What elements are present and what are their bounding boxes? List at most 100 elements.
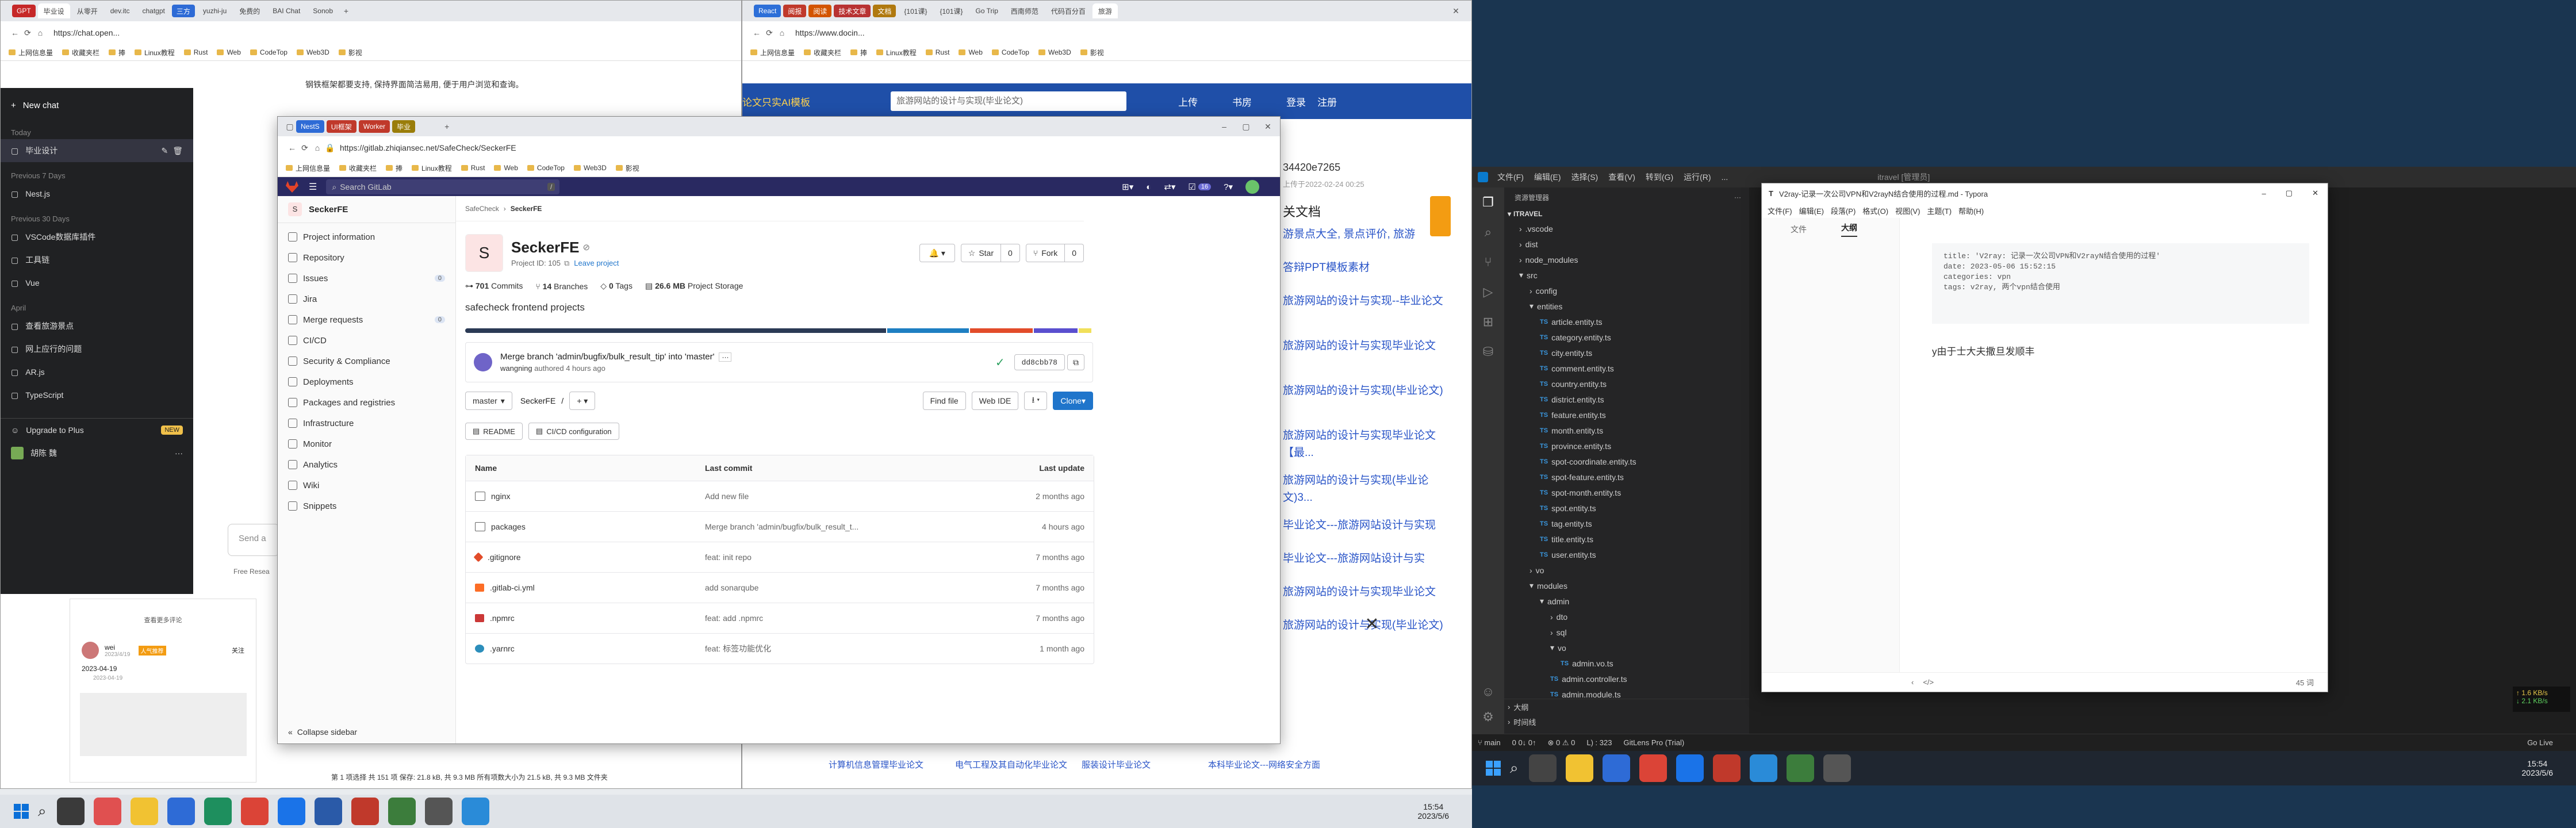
avatar[interactable] bbox=[1245, 180, 1259, 194]
source-code-icon[interactable]: </> bbox=[1923, 678, 1934, 687]
menu-item[interactable]: 运行(R) bbox=[1684, 171, 1711, 183]
workspace-root[interactable]: ▾ ITRAVEL bbox=[1504, 207, 1749, 221]
sidebar-item-jira[interactable]: Jira bbox=[278, 289, 455, 309]
bookmark[interactable]: CodeTop bbox=[527, 164, 565, 172]
maximize-icon[interactable]: ▢ bbox=[1240, 120, 1252, 133]
bookmark[interactable]: Web bbox=[494, 164, 518, 172]
start-icon[interactable] bbox=[14, 804, 29, 819]
tab-yuzhi[interactable]: yuzhi-ju bbox=[197, 3, 232, 18]
tab-travel[interactable]: 旅游 bbox=[1092, 3, 1118, 18]
bookmark[interactable]: Web bbox=[217, 48, 241, 56]
taskbar-app-icon[interactable] bbox=[277, 798, 305, 825]
bookmark[interactable]: CodeTop bbox=[250, 48, 288, 56]
taskbar-app-icon[interactable] bbox=[130, 798, 158, 825]
search-icon[interactable]: ⌕ bbox=[1472, 217, 1504, 247]
tree-file[interactable]: TS tag.entity.ts bbox=[1504, 516, 1749, 531]
tab-read[interactable]: 阅读 bbox=[808, 5, 832, 17]
tree-folder[interactable]: › .vscode bbox=[1504, 221, 1749, 236]
new-tab-icon[interactable]: + bbox=[340, 5, 352, 17]
tree-file[interactable]: TS city.entity.ts bbox=[1504, 345, 1749, 361]
sidebar-project-header[interactable]: S SeckerFE bbox=[278, 196, 455, 223]
menu-item[interactable]: 主题(T) bbox=[1927, 205, 1952, 216]
bookmark[interactable]: 收藏夹栏 bbox=[62, 48, 99, 57]
taskbar-app-icon[interactable] bbox=[1676, 754, 1704, 782]
bottom-link[interactable]: 计算机信息管理毕业论文 bbox=[829, 758, 944, 770]
tab-sonob[interactable]: Sonob bbox=[307, 3, 339, 18]
web-ide-button[interactable]: Web IDE bbox=[971, 392, 1019, 410]
tab-fromzero[interactable]: 从零开 bbox=[71, 3, 103, 18]
edit-icon[interactable]: ✎ bbox=[161, 146, 168, 156]
tab-tech[interactable]: 技术文章 bbox=[834, 5, 871, 17]
search-icon[interactable]: ⌕ bbox=[1510, 759, 1519, 777]
sidebar-item-snippets[interactable]: Snippets bbox=[278, 496, 455, 516]
breadcrumb-item[interactable]: SafeCheck bbox=[465, 205, 499, 213]
taskbar-app-icon[interactable] bbox=[1639, 754, 1667, 782]
refresh-icon[interactable]: ⟳ bbox=[298, 141, 311, 154]
upload-link[interactable]: 上传 bbox=[1178, 94, 1198, 109]
table-row[interactable]: .gitignore feat: init repo 7 months ago bbox=[466, 542, 1094, 572]
more-icon[interactable]: ··· bbox=[1734, 193, 1741, 201]
taskbar-app-icon[interactable] bbox=[1749, 754, 1777, 782]
pipeline-status-icon[interactable]: ✓ bbox=[995, 355, 1005, 370]
bookmark[interactable]: 收藏夹栏 bbox=[339, 163, 377, 173]
tree-file[interactable]: TS category.entity.ts bbox=[1504, 329, 1749, 345]
sidebar-item-packages[interactable]: Packages and registries bbox=[278, 392, 455, 413]
sync-status[interactable]: 0 0↓ 0↑ bbox=[1512, 738, 1536, 747]
bookmark[interactable]: Linux教程 bbox=[135, 48, 175, 57]
extensions-icon[interactable]: ⊞ bbox=[1472, 307, 1504, 337]
gitlab-url[interactable]: https://gitlab.zhiqiansec.net/SafeCheck/… bbox=[340, 143, 516, 152]
related-link[interactable]: 旅游网站的设计与实现毕业论文 bbox=[1283, 578, 1455, 611]
chat-item[interactable]: ▢ 网上应行的问题 bbox=[1, 338, 193, 361]
bookmark[interactable]: 上网信息量 bbox=[750, 48, 795, 57]
register-link[interactable]: 注册 bbox=[1317, 94, 1337, 109]
sidebar-item-wiki[interactable]: Wiki bbox=[278, 475, 455, 496]
tree-folder[interactable]: ▾ vo bbox=[1504, 640, 1749, 656]
close-ad-icon[interactable]: ✕ bbox=[1363, 616, 1381, 633]
related-link[interactable]: 旅游网站的设计与实现毕业论文 bbox=[1283, 332, 1455, 377]
merge-requests-icon[interactable]: ⇄▾ bbox=[1164, 182, 1175, 192]
tree-file[interactable]: TS spot-coordinate.entity.ts bbox=[1504, 454, 1749, 469]
menu-item[interactable]: 编辑(E) bbox=[1534, 171, 1561, 183]
menu-item[interactable]: 帮助(H) bbox=[1958, 205, 1984, 216]
gitlens-status[interactable]: GitLens Pro (Trial) bbox=[1623, 738, 1684, 747]
related-link[interactable]: 旅游网站的设计与实现毕业论文【最... bbox=[1283, 421, 1455, 466]
tree-file[interactable]: TS spot.entity.ts bbox=[1504, 500, 1749, 516]
sidebar-item-repository[interactable]: Repository bbox=[278, 247, 455, 268]
close-icon[interactable]: ✕ bbox=[1262, 120, 1274, 133]
todo-icon[interactable]: ☑ bbox=[1188, 182, 1195, 192]
timeline-section[interactable]: › 时间线 bbox=[1504, 714, 1749, 729]
taskbar-app-icon[interactable] bbox=[1712, 754, 1741, 782]
menu-item[interactable]: 查看(V) bbox=[1608, 171, 1635, 183]
tab-grad[interactable]: 毕业 bbox=[392, 120, 416, 133]
taskbar-app-icon[interactable] bbox=[1786, 754, 1814, 782]
tree-file[interactable]: TS admin.vo.ts bbox=[1504, 656, 1749, 671]
book-link[interactable]: 书房 bbox=[1232, 94, 1252, 109]
add-to-tree-button[interactable]: + ▾ bbox=[569, 392, 596, 410]
bookmark[interactable]: Rust bbox=[461, 164, 485, 172]
bookmark[interactable]: Linux教程 bbox=[876, 48, 917, 57]
tab-graduation[interactable]: 毕业设 bbox=[37, 3, 70, 18]
tree-file[interactable]: TS article.entity.ts bbox=[1504, 314, 1749, 329]
tab-baichat[interactable]: BAI Chat bbox=[267, 3, 306, 18]
tab-swu[interactable]: 西南师范 bbox=[1005, 3, 1044, 18]
refresh-icon[interactable]: ⟳ bbox=[763, 26, 776, 39]
chevron-left-icon[interactable]: ‹ bbox=[1911, 678, 1914, 687]
tree-folder[interactable]: ▾ modules bbox=[1504, 578, 1749, 593]
create-new-icon[interactable]: ⊞▾ bbox=[1122, 182, 1133, 192]
copy-sha-icon[interactable]: ⧉ bbox=[1067, 354, 1084, 370]
tree-folder[interactable]: › dist bbox=[1504, 236, 1749, 252]
back-icon[interactable]: ← bbox=[286, 141, 298, 154]
chat-item[interactable]: ▢ AR.js bbox=[1, 361, 193, 384]
tree-folder[interactable]: ▾ entities bbox=[1504, 298, 1749, 314]
taskbar-app-icon[interactable] bbox=[1602, 754, 1630, 782]
menu-item[interactable]: 选择(S) bbox=[1571, 171, 1598, 183]
document-body-text[interactable]: y由于士大夫撒旦发顺丰 bbox=[1932, 343, 2035, 358]
problems-status[interactable]: ⊗ 0 ⚠ 0 bbox=[1548, 738, 1575, 747]
taskbar-app-icon[interactable] bbox=[56, 798, 85, 825]
tab-files[interactable]: 文件 bbox=[1791, 224, 1807, 235]
gitlab-search-input[interactable]: ⌕ Search GitLab / bbox=[326, 179, 560, 194]
taskbar-app-icon[interactable] bbox=[1823, 754, 1851, 782]
database-icon[interactable]: ⛁ bbox=[1472, 337, 1504, 367]
outline-section[interactable]: › 大纲 bbox=[1504, 699, 1749, 714]
gitlab-logo-icon[interactable] bbox=[286, 181, 298, 193]
